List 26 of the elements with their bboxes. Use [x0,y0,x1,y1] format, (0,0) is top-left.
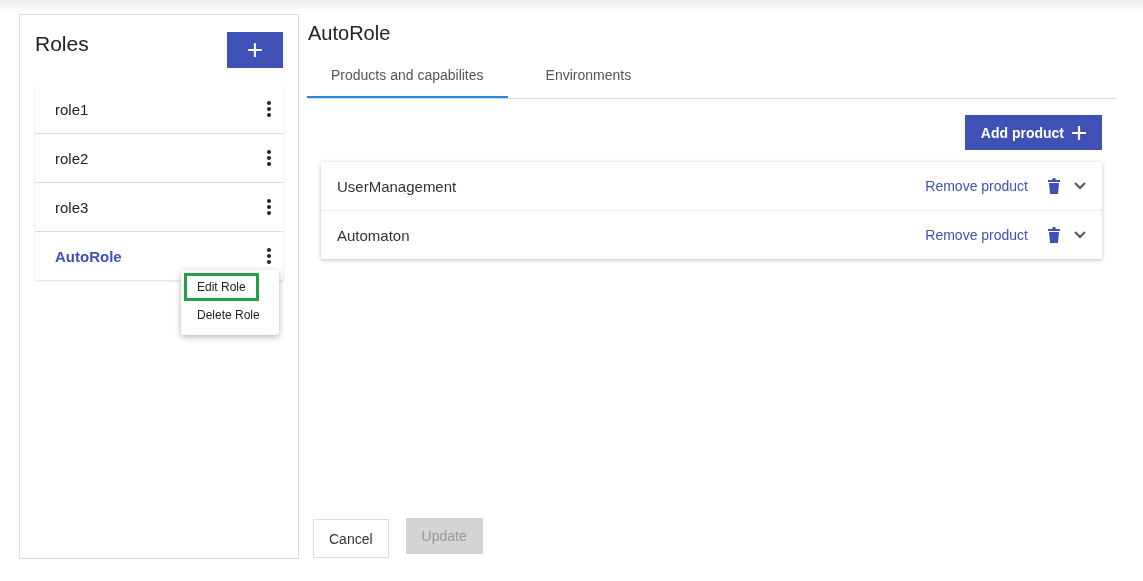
role-item[interactable]: role3 [55,198,89,216]
tab[interactable]: Environments [521,59,656,98]
page-title: AutoRole [308,22,392,45]
menu-item[interactable]: Delete Role [184,301,276,329]
chevron-down-icon [1074,182,1086,190]
trash-icon [1048,227,1060,243]
more-vertical-icon [267,150,271,166]
remove-product-link[interactable]: Remove product [925,227,1028,243]
more-vertical-icon [267,101,271,117]
menu-item[interactable]: Edit Role [184,273,259,301]
cancel-button[interactable]: Cancel [313,519,389,558]
product-name: UserManagement [337,177,458,195]
trash-icon [1048,178,1060,194]
more-vertical-icon [267,199,271,215]
plus-icon [1072,125,1086,140]
product-name: Automaton [337,226,411,244]
chevron-down-icon [1074,231,1086,239]
tab[interactable]: Products and capabilites [307,59,508,98]
add-role-button[interactable]: + [227,32,283,68]
role-item[interactable]: role1 [55,100,89,118]
role-item[interactable]: AutoRole [55,247,122,265]
sidebar-title: Roles [35,32,89,56]
role-item[interactable]: role2 [55,149,89,167]
add-product-button[interactable]: Add product [964,115,1102,150]
more-vertical-icon [267,248,271,264]
remove-product-link[interactable]: Remove product [925,178,1028,194]
